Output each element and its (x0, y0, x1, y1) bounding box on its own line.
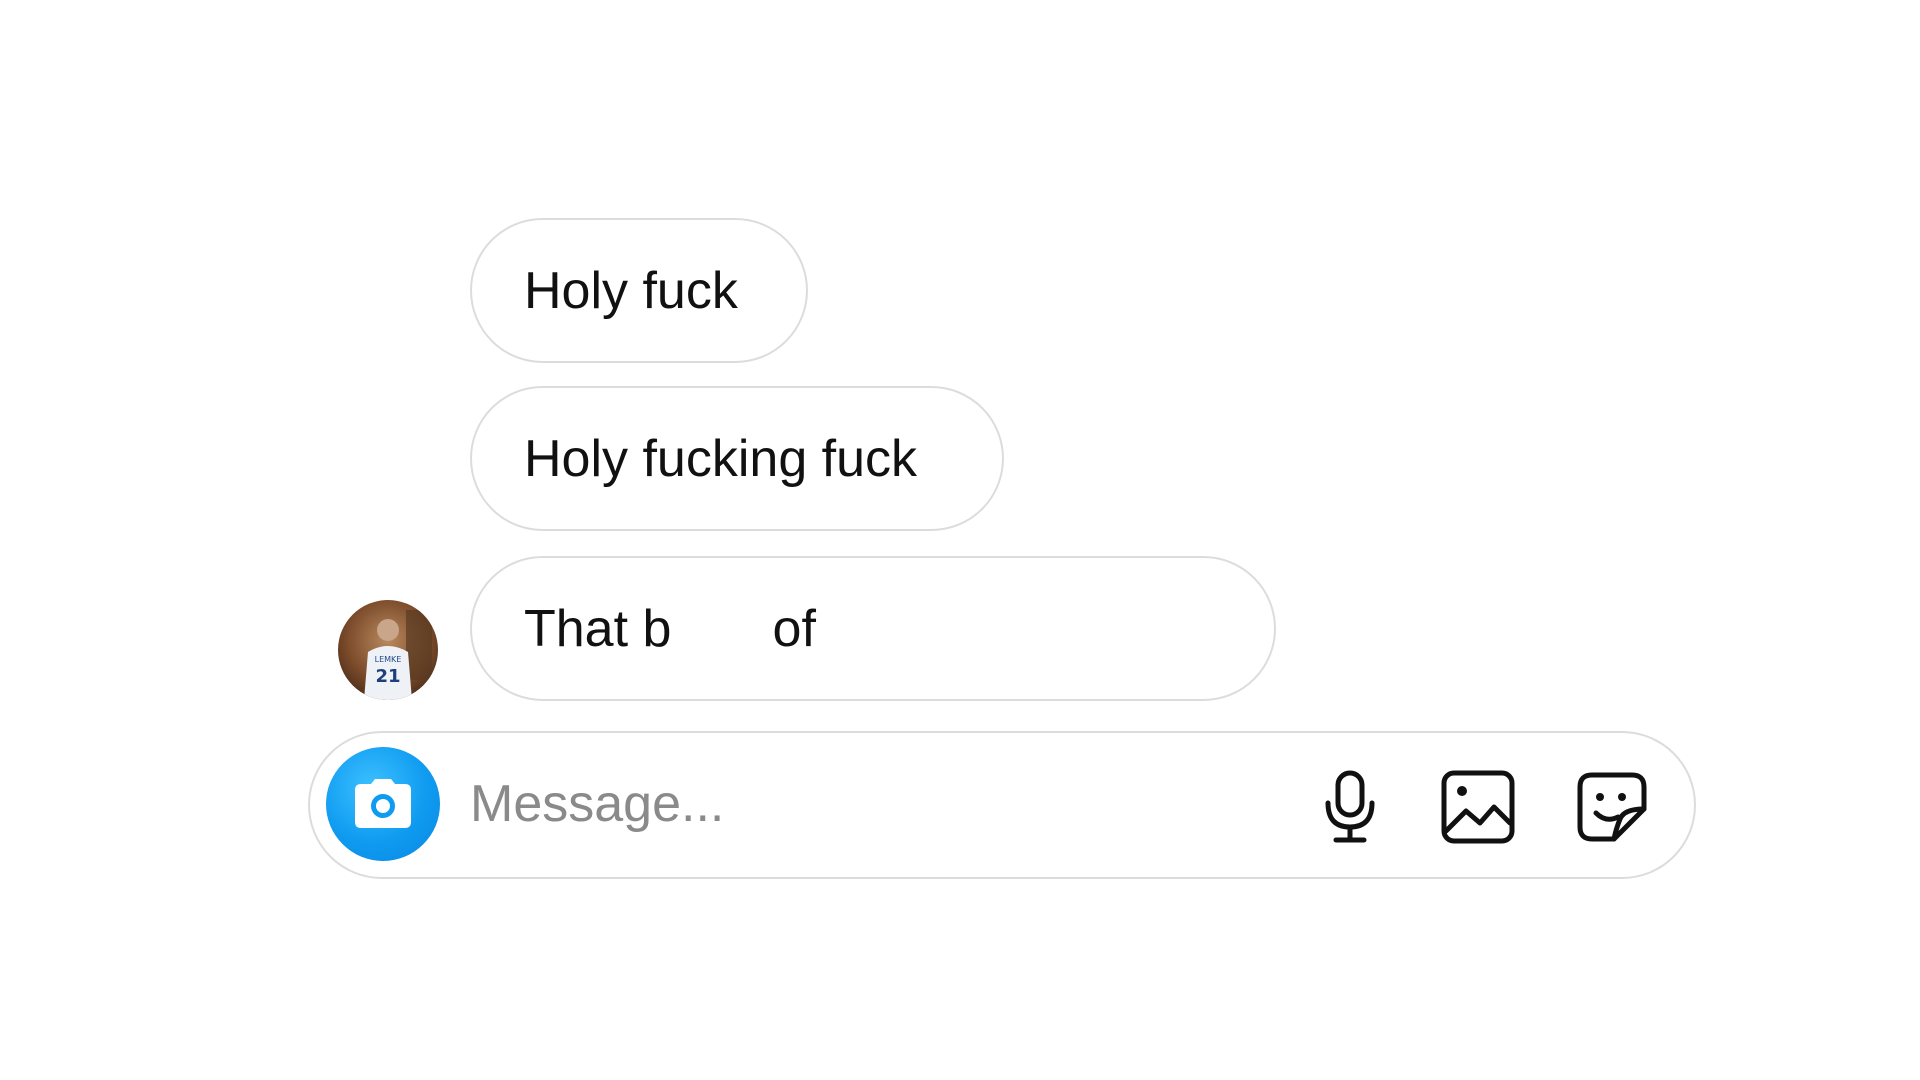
message-bubble[interactable]: That b of (470, 556, 1276, 701)
gallery-button[interactable] (1438, 767, 1518, 847)
sticker-icon (1577, 772, 1647, 842)
message-text: That b of (524, 599, 816, 658)
chat-screen: Holy fuck Holy fucking fuck LEMKE 21 Tha… (0, 0, 1920, 1080)
message-bubble[interactable]: Holy fuck (470, 218, 808, 363)
message-composer (308, 731, 1696, 879)
message-input[interactable] (470, 768, 1270, 840)
message-text: Holy fuck (524, 261, 738, 320)
camera-button[interactable] (326, 747, 440, 861)
voice-message-button[interactable] (1310, 767, 1390, 847)
message-bubble[interactable]: Holy fucking fuck (470, 386, 1004, 531)
image-gallery-icon (1441, 770, 1515, 844)
avatar-photo-image: LEMKE 21 (338, 600, 438, 700)
camera-icon (355, 779, 411, 828)
message-text: Holy fucking fuck (524, 429, 918, 488)
sticker-button[interactable] (1572, 767, 1652, 847)
svg-text:LEMKE: LEMKE (375, 655, 402, 664)
microphone-icon (1325, 770, 1375, 843)
svg-text:21: 21 (375, 666, 400, 687)
sender-avatar[interactable]: LEMKE 21 (338, 600, 438, 700)
